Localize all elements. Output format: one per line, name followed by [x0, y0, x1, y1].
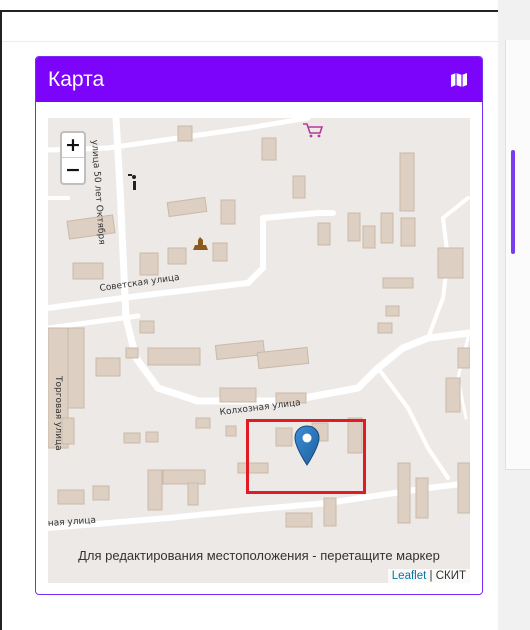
- card-title: Карта: [48, 67, 105, 91]
- top-bar: [2, 12, 498, 42]
- scrollbar-thumb[interactable]: [511, 150, 515, 254]
- window-edge-top: [0, 10, 498, 12]
- attribution-separator: |: [426, 570, 436, 582]
- page: Карта улица 50 лет Октября Советская ули…: [0, 0, 530, 630]
- info-icon: [128, 174, 136, 190]
- drag-hint: Для редактирования местоположения - пере…: [78, 548, 440, 563]
- monument-icon: [193, 237, 208, 250]
- map-icon: [451, 72, 467, 87]
- attribution-source: СКИТ: [435, 570, 466, 582]
- window-edge: [0, 10, 2, 630]
- map-view[interactable]: улица 50 лет Октября Советская улица Кол…: [48, 118, 470, 583]
- zoom-out-button[interactable]: −: [62, 158, 84, 183]
- side-panel-card: [505, 40, 530, 470]
- map-card: Карта улица 50 лет Октября Советская ули…: [35, 56, 483, 595]
- map-attribution: Leaflet | СКИТ: [387, 569, 470, 583]
- street-label: Торговая улица: [53, 375, 63, 451]
- leaflet-link[interactable]: Leaflet: [392, 570, 427, 582]
- zoom-in-button[interactable]: +: [62, 133, 84, 158]
- zoom-control: + −: [60, 131, 86, 185]
- card-header: Карта: [36, 57, 482, 102]
- map-tiles: улица 50 лет Октября Советская улица Кол…: [48, 118, 470, 531]
- shopping-cart-icon: [303, 123, 324, 138]
- map-pin-icon[interactable]: [294, 425, 320, 467]
